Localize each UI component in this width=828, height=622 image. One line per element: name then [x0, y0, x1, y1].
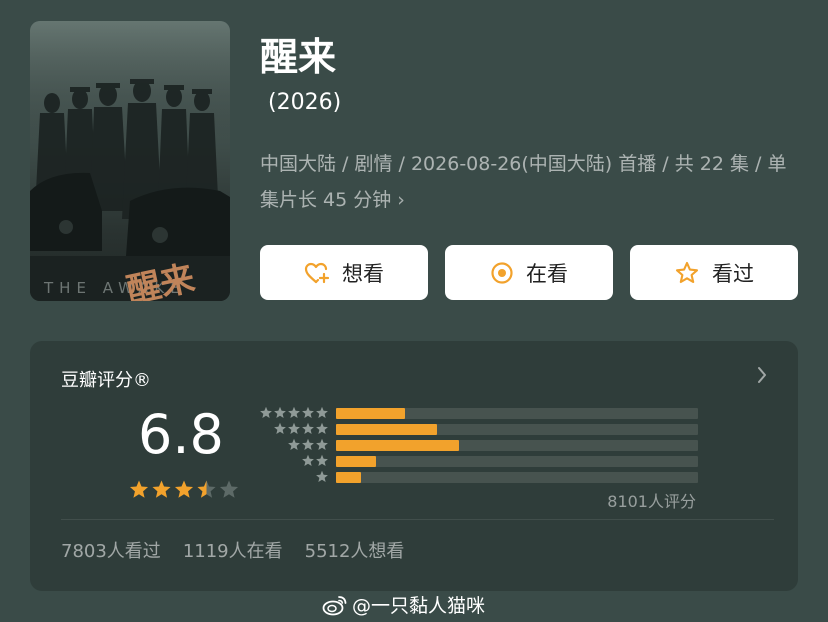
watching-button[interactable]: 在看 — [445, 245, 613, 300]
rating-star — [129, 480, 149, 498]
rating-star — [219, 480, 239, 498]
rating-stars — [129, 480, 239, 498]
rating-score: 6.8 — [138, 403, 224, 466]
watch-stats: 7803人看过 1119人在看 5512人想看 — [61, 537, 404, 563]
watching-count: 1119人在看 — [182, 541, 283, 562]
watched-label: 看过 — [712, 261, 754, 286]
watching-label: 在看 — [526, 261, 568, 286]
distribution-star-label — [274, 422, 328, 435]
rating-card[interactable]: 豆瓣评分® 6.8 8101人评分 7803人看过 1119人在看 5512人想… — [30, 341, 798, 591]
distribution-bar-track — [336, 424, 698, 435]
watched-count: 7803人看过 — [61, 541, 161, 562]
heart-plus-icon — [304, 262, 330, 283]
rating-distribution — [336, 408, 698, 488]
star-outline-icon — [675, 261, 699, 283]
weibo-icon — [322, 595, 347, 615]
distribution-star-labels — [260, 407, 328, 483]
rating-title: 豆瓣评分® — [61, 370, 151, 391]
distribution-bar-track — [336, 440, 698, 451]
watermark: @一只黏人猫咪 — [322, 591, 485, 618]
distribution-star-label — [302, 454, 328, 467]
want-count: 5512人想看 — [304, 541, 405, 562]
distribution-bar — [336, 472, 362, 483]
rating-count: 8101人评分 — [607, 492, 696, 511]
movie-meta-text: 中国大陆 / 剧情 / 2026-08-26(中国大陆) 首播 / 共 22 集… — [260, 153, 787, 211]
distribution-bar — [336, 440, 460, 451]
divider — [61, 519, 774, 520]
rating-star — [174, 480, 194, 498]
rating-star — [152, 480, 171, 498]
want-to-watch-button[interactable]: 想看 — [260, 245, 428, 300]
distribution-star-label — [316, 470, 328, 483]
movie-meta[interactable]: 中国大陆 / 剧情 / 2026-08-26(中国大陆) 首播 / 共 22 集… — [260, 146, 800, 218]
watermark-text: @一只黏人猫咪 — [352, 595, 486, 617]
distribution-star-label — [288, 438, 328, 451]
movie-title: 醒来 — [260, 35, 337, 79]
poster-image[interactable]: THE AWAKE 醒来 — [30, 21, 230, 301]
distribution-star-label — [260, 407, 328, 419]
distribution-bar-track — [336, 456, 698, 467]
want-to-watch-label: 想看 — [342, 261, 384, 286]
target-circle-icon — [491, 261, 513, 284]
poster-illustration — [30, 21, 230, 301]
watched-button[interactable]: 看过 — [630, 245, 798, 300]
chevron-right-icon: › — [397, 189, 405, 211]
movie-year: (2026) — [268, 90, 342, 115]
distribution-bar-track — [336, 408, 698, 419]
chevron-right-icon[interactable] — [756, 365, 768, 385]
distribution-bar — [336, 456, 376, 467]
distribution-bar — [336, 408, 405, 419]
distribution-bar-track — [336, 472, 698, 483]
distribution-bar — [336, 424, 438, 435]
rating-star — [197, 480, 216, 498]
